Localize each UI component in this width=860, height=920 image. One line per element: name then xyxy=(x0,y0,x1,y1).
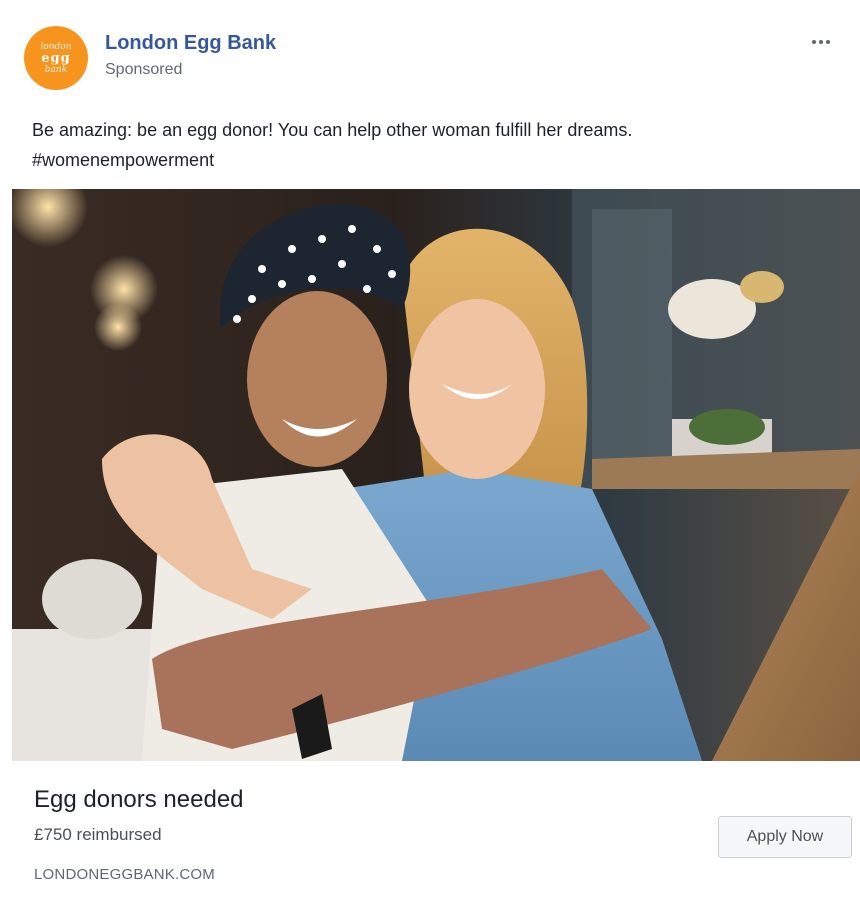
hashtag-link[interactable]: #womenempowerment xyxy=(32,145,832,175)
ad-domain[interactable]: LONDONEGGBANK.COM xyxy=(34,866,215,883)
page-name-link[interactable]: London Egg Bank xyxy=(105,32,276,55)
more-dot xyxy=(826,40,830,44)
page-avatar[interactable]: london egg bank xyxy=(24,26,88,90)
more-options-icon[interactable] xyxy=(806,30,836,54)
more-dot xyxy=(819,40,823,44)
post-message: Be amazing: be an egg donor! You can hel… xyxy=(32,115,832,175)
ad-description: £750 reimbursed xyxy=(34,825,162,844)
ad-photo-illustration xyxy=(12,189,860,761)
avatar-logo-line-1: london xyxy=(40,41,72,52)
ad-headline[interactable]: Egg donors needed xyxy=(34,786,244,814)
sponsored-label[interactable]: Sponsored xyxy=(105,61,182,79)
post-message-line: Be amazing: be an egg donor! You can hel… xyxy=(32,120,633,140)
ad-image[interactable] xyxy=(12,189,860,761)
more-dot xyxy=(812,40,816,44)
avatar-logo-line-2: egg xyxy=(41,50,71,66)
post-header: london egg bank London Egg Bank Sponsore… xyxy=(24,24,836,90)
avatar-logo-line-3: bank xyxy=(44,64,68,75)
apply-now-button[interactable]: Apply Now xyxy=(718,816,852,858)
